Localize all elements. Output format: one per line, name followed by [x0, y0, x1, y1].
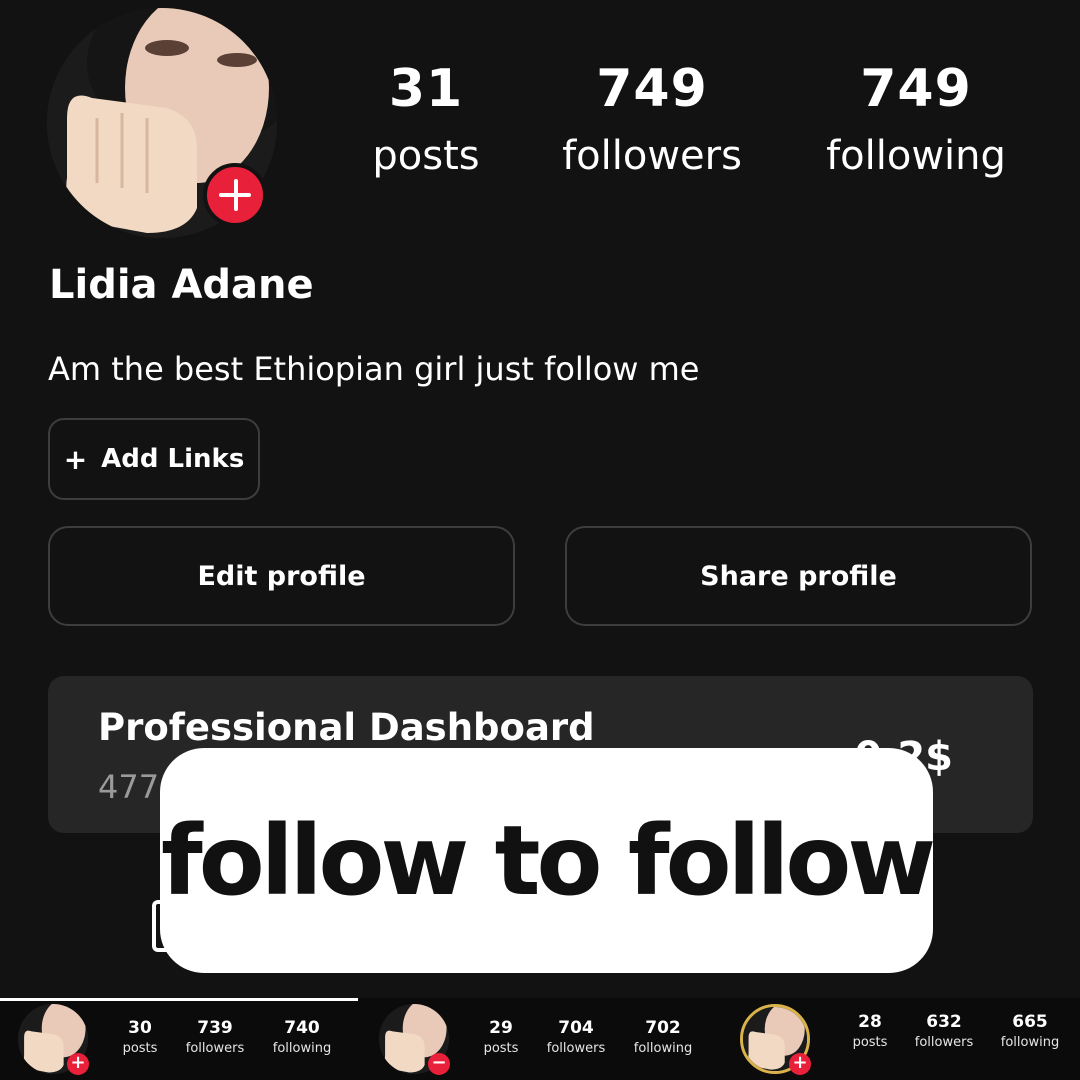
- following-count: 749: [860, 59, 972, 119]
- preview-following-count: 740: [284, 1018, 320, 1038]
- preview-following: 665 following: [990, 1012, 1070, 1052]
- preview-posts-count: 30: [128, 1018, 152, 1038]
- preview-followers-label: followers: [185, 1041, 245, 1056]
- posts-count: 31: [388, 59, 464, 119]
- add-story-plus-icon[interactable]: [203, 163, 267, 227]
- preview-posts-count: 28: [858, 1012, 882, 1032]
- preview-followers-count: 632: [926, 1012, 962, 1032]
- followers-count: 749: [596, 59, 708, 119]
- preview-following-label: following: [633, 1041, 693, 1056]
- preview-posts-count: 29: [489, 1018, 513, 1038]
- preview-following-count: 702: [645, 1018, 681, 1038]
- preview-strip: + 30 posts 739 followers 740 following −…: [0, 998, 1080, 1080]
- preview-followers: 704 followers: [536, 1018, 616, 1058]
- profile-name: Lidia Adane: [49, 262, 314, 308]
- share-profile-button[interactable]: Share profile: [565, 526, 1032, 626]
- edit-profile-label: Edit profile: [197, 560, 366, 592]
- preview-frame[interactable]: + 28 posts 632 followers 665 following: [722, 998, 1080, 1080]
- preview-followers-label: followers: [546, 1041, 606, 1056]
- preview-following: 702 following: [623, 1018, 703, 1058]
- preview-posts: 28 posts: [830, 1012, 910, 1052]
- preview-posts-label: posts: [852, 1035, 888, 1050]
- dashboard-subtitle: 477: [98, 768, 160, 806]
- stat-followers[interactable]: 749 followers: [542, 58, 762, 186]
- preview-posts: 29 posts: [461, 1018, 541, 1058]
- plus-icon: +: [63, 442, 88, 476]
- profile-bio: Am the best Ethiopian girl just follow m…: [48, 350, 700, 388]
- preview-followers-label: followers: [914, 1035, 974, 1050]
- preview-frame[interactable]: − 29 posts 704 followers 702 following: [361, 998, 719, 1080]
- preview-followers-count: 739: [197, 1018, 233, 1038]
- following-label: following: [826, 133, 1006, 179]
- preview-following-label: following: [1000, 1035, 1060, 1050]
- followers-label: followers: [562, 133, 742, 179]
- preview-following-label: following: [272, 1041, 332, 1056]
- preview-plus-icon: +: [789, 1053, 811, 1075]
- add-links-button[interactable]: + Add Links: [48, 418, 260, 500]
- preview-followers: 632 followers: [904, 1012, 984, 1052]
- caption-overlay: follow to follow: [160, 748, 936, 973]
- preview-plus-icon: +: [67, 1053, 89, 1075]
- preview-posts-label: posts: [483, 1041, 519, 1056]
- preview-minus-icon: −: [428, 1053, 450, 1075]
- preview-frame[interactable]: + 30 posts 739 followers 740 following: [0, 998, 358, 1080]
- preview-posts-label: posts: [122, 1041, 158, 1056]
- add-links-label: Add Links: [101, 444, 245, 474]
- preview-following-count: 665: [1012, 1012, 1048, 1032]
- preview-posts: 30 posts: [100, 1018, 180, 1058]
- stat-following[interactable]: 749 following: [806, 58, 1026, 186]
- preview-followers-count: 704: [558, 1018, 594, 1038]
- share-profile-label: Share profile: [700, 560, 897, 592]
- edit-profile-button[interactable]: Edit profile: [48, 526, 515, 626]
- caption-text: follow to follow: [160, 804, 936, 917]
- stat-posts[interactable]: 31 posts: [316, 58, 536, 186]
- posts-label: posts: [372, 133, 480, 179]
- preview-following: 740 following: [262, 1018, 342, 1058]
- dashboard-title: Professional Dashboard: [98, 706, 595, 749]
- preview-followers: 739 followers: [175, 1018, 255, 1058]
